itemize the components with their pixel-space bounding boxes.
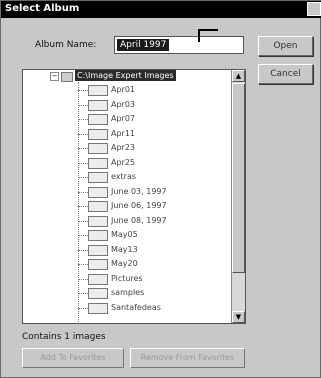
album-tree-list[interactable]: − C:\Image Expert Images Apr01 Apr03 Apr07… — [22, 69, 246, 324]
folder-icon — [88, 230, 108, 241]
tree-item-label: May20 — [111, 259, 138, 268]
window-title: Select Album — [5, 3, 80, 14]
title-bar-button[interactable] — [307, 2, 321, 16]
open-button[interactable]: Open — [258, 36, 313, 56]
tree-item[interactable]: Apr07 — [78, 113, 228, 126]
album-name-input[interactable]: April 1997 — [114, 36, 244, 54]
folder-icon — [88, 114, 108, 125]
tree-item-label: June 03, 1997 — [111, 186, 167, 196]
album-name-label: Album Name: — [35, 40, 97, 50]
tree-item[interactable]: samples — [78, 287, 228, 300]
tree-connector — [78, 90, 88, 91]
tree-item-label: Apr23 — [111, 143, 136, 152]
title-bar: Select Album — [1, 1, 321, 18]
tree-item[interactable]: Pictures — [78, 273, 228, 286]
tree-item-label: Apr03 — [111, 99, 136, 109]
tree-item-label: Santafedeas — [111, 302, 161, 312]
tree-item-label: June 06, 1997 — [111, 201, 167, 210]
folder-icon — [88, 259, 108, 270]
scroll-up-button[interactable]: ▲ — [232, 70, 245, 82]
collapse-toggle-icon[interactable]: − — [50, 72, 59, 81]
tree-connector — [78, 206, 88, 207]
folder-icon — [88, 85, 108, 96]
tree-item-label: Apr07 — [111, 114, 136, 123]
cancel-button[interactable]: Cancel — [258, 64, 313, 84]
tree-connector — [78, 293, 88, 294]
tree-item[interactable]: May20 — [78, 258, 228, 271]
status-text: Contains 1 images — [22, 332, 106, 342]
tree-item-label: samples — [111, 288, 145, 297]
folder-icon — [88, 244, 108, 256]
tree-item[interactable]: Santafedeas — [78, 302, 228, 315]
folder-icon — [88, 186, 108, 198]
tree-item-label: May05 — [111, 230, 138, 239]
tree-item-label: June 08, 1997 — [111, 215, 167, 225]
tree-item[interactable]: June 06, 1997 — [78, 200, 228, 213]
tree-connector — [78, 119, 88, 120]
tree-item[interactable]: May05 — [78, 229, 228, 242]
tree-item[interactable]: Apr23 — [78, 142, 228, 155]
folder-icon — [88, 172, 108, 183]
folder-icon — [88, 128, 108, 140]
scroll-down-button[interactable]: ▼ — [232, 311, 245, 323]
tree-connector — [78, 177, 88, 178]
tree-connector — [78, 191, 88, 193]
add-to-favorites-button[interactable]: Add To Favorites — [22, 348, 124, 368]
select-album-dialog: Select Album Album Name: April 1997 Open… — [0, 0, 321, 378]
remove-from-favorites-button[interactable]: Remove From Favorites — [130, 348, 245, 368]
album-name-value: April 1997 — [117, 39, 170, 51]
drive-folder-icon — [61, 72, 73, 82]
tree-connector — [78, 162, 88, 164]
tree-item-label: Apr11 — [111, 128, 136, 138]
folder-icon — [88, 288, 108, 299]
folder-icon — [88, 215, 108, 227]
tree-item-label: Apr01 — [111, 85, 136, 94]
folder-icon — [88, 157, 108, 169]
folder-icon — [88, 201, 108, 212]
tree-connector — [78, 235, 88, 236]
tree-connector — [78, 148, 88, 149]
text-cursor — [198, 29, 218, 42]
tree-connector — [78, 278, 88, 280]
tree-item[interactable]: extras — [78, 171, 228, 184]
scroll-thumb[interactable] — [232, 83, 245, 273]
tree-root-label: C:\Image Expert Images — [75, 70, 176, 81]
tree-item-label: extras — [111, 172, 137, 181]
folder-icon — [88, 99, 108, 111]
folder-icon — [88, 273, 108, 285]
tree-connector — [78, 104, 88, 106]
tree-item[interactable]: Apr03 — [78, 99, 228, 112]
tree-connector — [78, 220, 88, 222]
tree-item[interactable]: June 03, 1997 — [78, 186, 228, 199]
tree-item[interactable]: Apr11 — [78, 128, 228, 141]
tree-item-label: Apr25 — [111, 157, 136, 167]
tree-item[interactable]: June 08, 1997 — [78, 215, 228, 228]
tree-item[interactable]: Apr01 — [78, 84, 228, 97]
vertical-scrollbar[interactable]: ▲ ▼ — [231, 70, 245, 323]
tree-item-label: May13 — [111, 244, 138, 254]
folder-icon — [88, 302, 108, 314]
tree-item[interactable]: Apr25 — [78, 157, 228, 170]
tree-connector — [78, 307, 88, 309]
tree-item-label: Pictures — [111, 273, 143, 283]
tree-connector — [78, 249, 88, 251]
folder-icon — [88, 143, 108, 154]
tree-connector — [78, 264, 88, 265]
tree-connector — [78, 133, 88, 135]
tree-item[interactable]: May13 — [78, 244, 228, 257]
